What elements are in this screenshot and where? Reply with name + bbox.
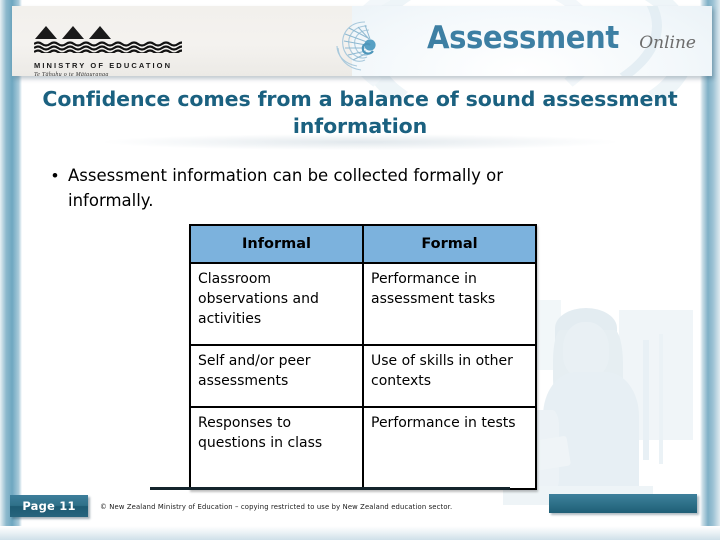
table-row: Responses to questions in class Performa… bbox=[189, 406, 537, 490]
table-row: Classroom observations and activities Pe… bbox=[189, 262, 537, 346]
koru-spiral-icon bbox=[336, 21, 376, 71]
bottom-edge-gradient-band bbox=[0, 526, 720, 540]
title-underline-shadow bbox=[105, 134, 615, 150]
ministry-logo-title: MINISTRY OF EDUCATION bbox=[34, 61, 173, 70]
column-header-informal: Informal bbox=[189, 224, 364, 264]
footer-accent-bar bbox=[549, 494, 697, 513]
page-number-label: Page 11 bbox=[22, 499, 76, 513]
assessment-online-brand: Assessment Online bbox=[336, 20, 696, 71]
informal-formal-table: Informal Formal Classroom observations a… bbox=[189, 224, 537, 490]
footer-divider-rule bbox=[150, 487, 510, 490]
brand-name-text: Assessment bbox=[427, 20, 619, 56]
right-edge-gradient-band bbox=[700, 0, 720, 540]
brand-subtitle-text: Online bbox=[639, 33, 696, 53]
table-cell-informal: Self and/or peer assessments bbox=[189, 344, 364, 408]
ministry-of-education-logo: MINISTRY OF EDUCATION Te Tāhuhu o te Māt… bbox=[33, 26, 187, 76]
waves-icon bbox=[33, 41, 187, 55]
copyright-notice: © New Zealand Ministry of Education – co… bbox=[100, 503, 453, 511]
table-cell-formal: Performance in tests bbox=[362, 406, 537, 490]
slide-canvas: MINISTRY OF EDUCATION Te Tāhuhu o te Māt… bbox=[0, 0, 720, 540]
column-header-formal: Formal bbox=[362, 224, 537, 264]
bullet-list: • Assessment information can be collecte… bbox=[52, 163, 632, 213]
mountains-icon bbox=[35, 26, 184, 39]
table-cell-informal: Classroom observations and activities bbox=[189, 262, 364, 346]
bullet-marker-icon: • bbox=[52, 166, 58, 185]
list-item: • Assessment information can be collecte… bbox=[52, 163, 632, 213]
table-header-row: Informal Formal bbox=[189, 224, 537, 264]
page-title: Confidence comes from a balance of sound… bbox=[42, 87, 678, 139]
table-cell-formal: Use of skills in other contexts bbox=[362, 344, 537, 408]
page-number-badge: Page 11 bbox=[10, 495, 88, 517]
bullet-item-text: Assessment information can be collected … bbox=[68, 166, 503, 210]
header-panel: MINISTRY OF EDUCATION Te Tāhuhu o te Māt… bbox=[12, 6, 712, 76]
table-row: Self and/or peer assessments Use of skil… bbox=[189, 344, 537, 408]
table-cell-informal: Responses to questions in class bbox=[189, 406, 364, 490]
ministry-logo-maori-title: Te Tāhuhu o te Mātauranga bbox=[34, 72, 109, 76]
left-edge-gradient-band bbox=[0, 0, 22, 540]
table-cell-formal: Performance in assessment tasks bbox=[362, 262, 537, 346]
